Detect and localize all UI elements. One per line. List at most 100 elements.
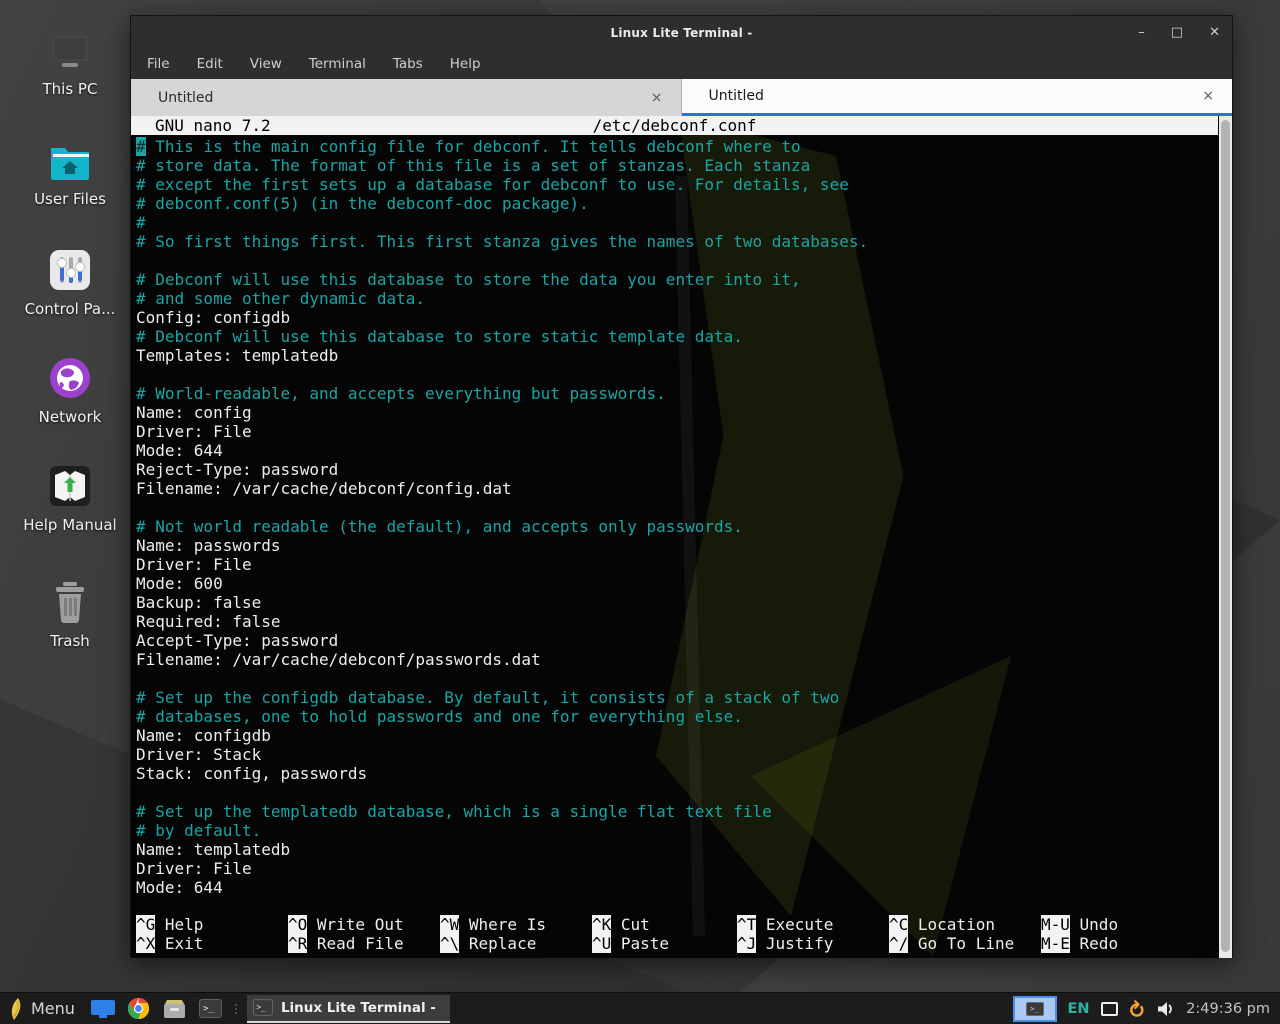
shortcut-key: ^O [288, 915, 307, 934]
tab-untitled-1[interactable]: Untitled × [131, 79, 682, 116]
terminal-line: # So first things first. This first stan… [136, 232, 1232, 251]
scrollbar-track[interactable] [1219, 116, 1232, 958]
maximize-button[interactable]: □ [1171, 26, 1183, 39]
menu-item-file[interactable]: File [147, 56, 170, 72]
shortcut-cut: ^K Cut [592, 915, 737, 934]
shortcut-column: ^K Cut^U Paste [592, 915, 737, 953]
shortcut-key: ^W [440, 915, 459, 934]
shortcut-where-is: ^W Where Is [440, 915, 592, 934]
shortcut-column: ^G Help^X Exit [136, 915, 288, 953]
home-folder-icon [47, 136, 93, 182]
terminal-line: Name: passwords [136, 536, 1232, 555]
start-menu-button[interactable]: Menu [0, 993, 85, 1024]
menu-item-terminal[interactable]: Terminal [309, 56, 366, 72]
taskbar-tray: >_ EN ⟳ 2:49:36 pm [1013, 993, 1280, 1024]
menu-bar: File Edit View Terminal Tabs Help [131, 49, 1232, 79]
menu-item-help[interactable]: Help [450, 56, 481, 72]
menu-item-tabs[interactable]: Tabs [393, 56, 423, 72]
desktop-icon-this-pc[interactable]: This PC [6, 26, 134, 98]
shortcut-key: ^J [737, 934, 756, 953]
desktop-icon-user-files[interactable]: User Files [6, 136, 134, 208]
terminal-line: # except the first sets up a database fo… [136, 175, 1232, 194]
terminal-line: Name: config [136, 403, 1232, 422]
file-manager-icon[interactable] [162, 996, 188, 1022]
panel-separator-handle[interactable] [232, 998, 240, 1020]
terminal-line: Config: configdb [136, 308, 1232, 327]
terminal-line: Stack: config, passwords [136, 764, 1232, 783]
sliders-icon [48, 246, 92, 292]
tab-close-icon[interactable]: × [651, 90, 663, 106]
shortcut-key: ^C [889, 915, 908, 934]
tab-close-icon[interactable]: × [1202, 88, 1214, 104]
taskbar: Menu [0, 992, 1280, 1024]
terminal-launcher-icon[interactable]: >_ [198, 996, 224, 1022]
tab-untitled-2[interactable]: Untitled × [682, 79, 1233, 116]
display-tray-icon[interactable] [1101, 1002, 1118, 1016]
terminal-task-icon: >_ [253, 999, 273, 1016]
clock[interactable]: 2:49:36 pm [1186, 1001, 1270, 1017]
window-titlebar[interactable]: Linux Lite Terminal - – □ ✕ [131, 16, 1232, 49]
terminal-line [136, 251, 1232, 270]
shortcut-key: ^X [136, 934, 155, 953]
terminal-line: Accept-Type: password [136, 631, 1232, 650]
shortcut-location: ^C Location [889, 915, 1041, 934]
shortcut-go-to-line: ^/ Go To Line [889, 934, 1041, 953]
desktop-icon-label: This PC [43, 80, 98, 98]
keyboard-layout-indicator[interactable]: EN [1068, 1001, 1090, 1017]
terminal-line: # Set up the templatedb database, which … [136, 802, 1232, 821]
shortcut-column: ^T Execute^J Justify [737, 915, 889, 953]
terminal-line: # Debconf will use this database to stor… [136, 327, 1232, 346]
terminal-line: Filename: /var/cache/debconf/passwords.d… [136, 650, 1232, 669]
terminal-line: Required: false [136, 612, 1232, 631]
desktop-icon-control-panel[interactable]: Control Pa... [6, 246, 134, 318]
window-controls: – □ ✕ [1138, 16, 1220, 49]
shortcut-key: ^/ [889, 934, 908, 953]
terminal-line: Templates: templatedb [136, 346, 1232, 365]
nano-cursor: # [136, 137, 146, 156]
nano-buffer[interactable]: # This is the main config file for debco… [131, 135, 1232, 897]
terminal-line [136, 783, 1232, 802]
shortcut-column: ^O Write Out^R Read File [288, 915, 440, 953]
close-button[interactable]: ✕ [1209, 26, 1220, 39]
chrome-browser-icon[interactable] [126, 996, 152, 1022]
desktop-icon-label: Network [39, 408, 102, 426]
shortcut-key: ^\ [440, 934, 459, 953]
shortcut-replace: ^\ Replace [440, 934, 592, 953]
desktop-icon-label: User Files [34, 190, 106, 208]
pager-window-thumb: >_ [1026, 1002, 1044, 1016]
shortcut-read-file: ^R Read File [288, 934, 440, 953]
volume-icon[interactable] [1157, 1001, 1175, 1017]
terminal-line: # store data. The format of this file is… [136, 156, 1232, 175]
taskbar-window-button[interactable]: >_ Linux Lite Terminal - [247, 995, 450, 1023]
shortcut-redo: M-E Redo [1041, 934, 1218, 953]
shortcut-execute: ^T Execute [737, 915, 889, 934]
svg-text:>_: >_ [203, 1004, 214, 1014]
terminal-line: # debconf.conf(5) (in the debconf-doc pa… [136, 194, 1232, 213]
nano-file-path: /etc/debconf.conf [131, 116, 1218, 135]
update-notifier-icon[interactable]: ⟳ [1127, 1000, 1148, 1018]
terminal-content[interactable]: GNU nano 7.2 /etc/debconf.conf # This is… [131, 116, 1232, 958]
shortcut-key: M-E [1041, 934, 1070, 953]
terminal-window: Linux Lite Terminal - – □ ✕ File Edit View… [130, 15, 1233, 958]
scrollbar-thumb[interactable] [1221, 120, 1230, 952]
menu-item-view[interactable]: View [250, 56, 282, 72]
terminal-line: Mode: 644 [136, 441, 1232, 460]
task-button-label: Linux Lite Terminal - [281, 1000, 436, 1016]
terminal-line: Driver: File [136, 859, 1232, 878]
menu-item-edit[interactable]: Edit [197, 56, 223, 72]
desktop-icon-help-manual[interactable]: Help Manual [6, 462, 134, 534]
terminal-line: Reject-Type: password [136, 460, 1232, 479]
terminal-line: # Set up the configdb database. By defau… [136, 688, 1232, 707]
shortcut-column: ^W Where Is^\ Replace [440, 915, 592, 953]
shortcut-key: ^R [288, 934, 307, 953]
workspace-pager[interactable]: >_ [1013, 996, 1057, 1022]
shortcut-key: ^T [737, 915, 756, 934]
tab-label: Untitled [158, 90, 213, 106]
terminal-line: # Not world readable (the default), and … [136, 517, 1232, 536]
minimize-button[interactable]: – [1138, 26, 1145, 39]
show-desktop-icon[interactable] [90, 996, 116, 1022]
shortcut-write-out: ^O Write Out [288, 915, 440, 934]
desktop-icon-trash[interactable]: Trash [6, 578, 134, 650]
desktop-icon-network[interactable]: Network [6, 354, 134, 426]
shortcut-key: ^U [592, 934, 611, 953]
